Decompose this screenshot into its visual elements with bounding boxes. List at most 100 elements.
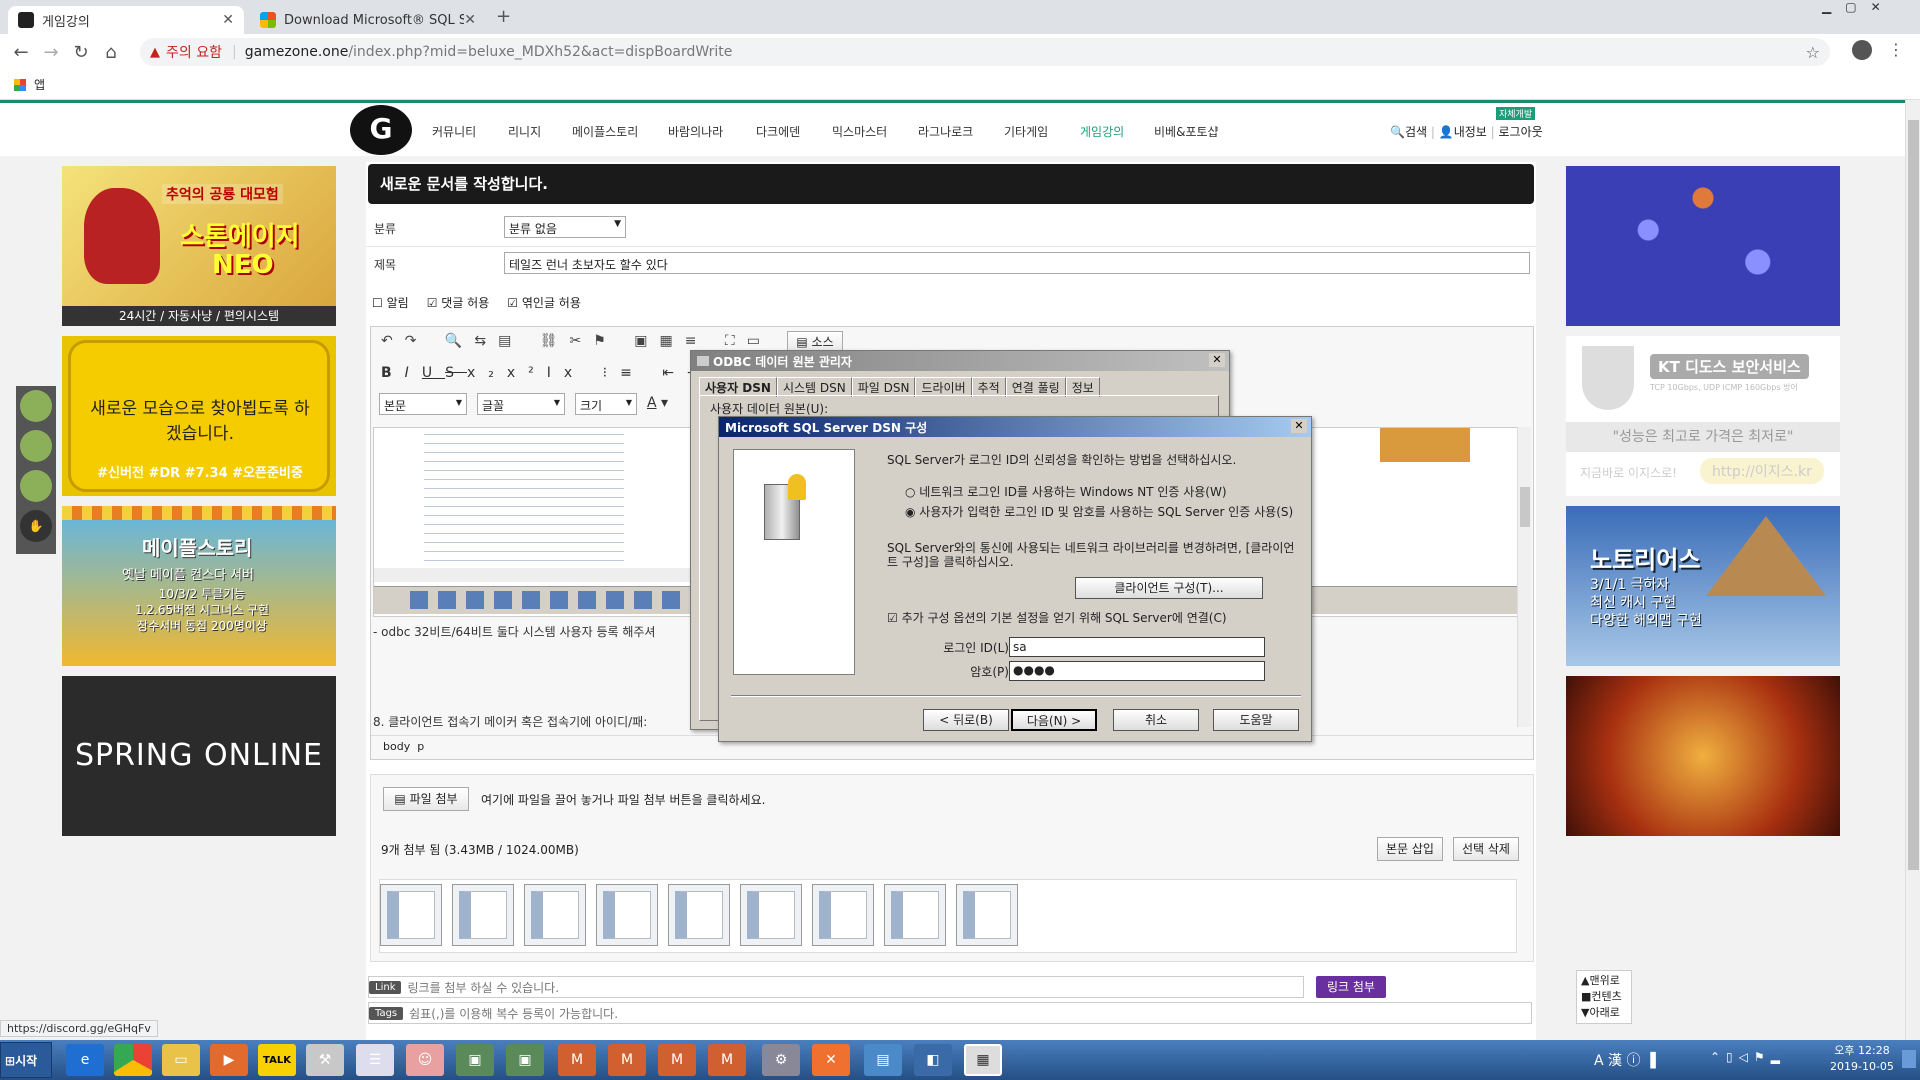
odbc-tab[interactable]: 추적 bbox=[971, 377, 1006, 397]
settings-gear-icon[interactable]: ⚙ bbox=[762, 1044, 800, 1076]
tray-clock[interactable]: 오후 12:28 2019-10-05 bbox=[1830, 1043, 1894, 1075]
cancel-button[interactable]: 취소 bbox=[1113, 709, 1199, 731]
tab-close-icon[interactable]: ✕ bbox=[464, 12, 476, 28]
address-bar[interactable]: ▲ 주의 요함 | gamezone.one /index.php?mid=be… bbox=[140, 38, 1830, 66]
tab-active[interactable]: 게임강의 ✕ bbox=[8, 6, 244, 34]
chrome-icon[interactable] bbox=[114, 1044, 152, 1076]
trackback-allow-checkbox[interactable]: ☑ 엮인글 허용 bbox=[507, 294, 581, 311]
editor-scrollbar[interactable] bbox=[1517, 427, 1531, 727]
tab-inactive[interactable]: Download Microsoft® SQL Ser ✕ bbox=[250, 6, 486, 34]
banner-dr[interactable]: 새로운 모습으로 찾아뵙도록 하겠습니다. #신버전 #DR #7.34 #오픈… bbox=[62, 336, 336, 496]
odbc-tab[interactable]: 파일 DSN bbox=[851, 377, 916, 397]
font-select[interactable]: 글꼴 ▼ bbox=[477, 393, 565, 415]
wrench-icon[interactable] bbox=[20, 430, 52, 462]
back-button[interactable]: < 뒤로(B) bbox=[923, 709, 1009, 731]
login-input[interactable]: sa bbox=[1009, 637, 1265, 657]
odbc-tab[interactable]: 시스템 DSN bbox=[776, 377, 852, 397]
attachment-thumbnail[interactable] bbox=[668, 884, 730, 946]
insert-into-body-button[interactable]: 본문 삽입 bbox=[1377, 837, 1443, 861]
link-input[interactable]: Link 링크를 첨부 하실 수 있습니다. bbox=[368, 976, 1304, 998]
attachment-thumbnail[interactable] bbox=[812, 884, 874, 946]
odbc-tab[interactable]: 정보 bbox=[1065, 377, 1100, 397]
forward-icon[interactable]: → bbox=[36, 42, 66, 63]
start-button[interactable]: ⊞시작 bbox=[0, 1042, 52, 1078]
banner-maplestory[interactable]: 메이플스토리 옛날 메이플 컨스다 서버 10/3/2 투클기능 1.2.65버… bbox=[62, 506, 336, 666]
title-input[interactable]: 테일즈 런너 초보자도 할수 있다 bbox=[504, 252, 1530, 274]
notify-checkbox[interactable]: ☐ 알림 bbox=[372, 294, 409, 311]
banner-kt-ddos[interactable]: KT 디도스 보안서비스 TCP 10Gbps, UDP ICMP 160Gbp… bbox=[1566, 336, 1840, 496]
star-icon[interactable]: ☆ bbox=[1806, 43, 1820, 62]
handshake-icon[interactable] bbox=[20, 390, 52, 422]
menu-icon[interactable]: ⋮ bbox=[1888, 40, 1904, 59]
attachment-thumbnail[interactable] bbox=[524, 884, 586, 946]
link-attach-button[interactable]: 링크 첨부 bbox=[1316, 976, 1386, 998]
notepad-icon[interactable]: ☰ bbox=[356, 1044, 394, 1076]
comment-allow-checkbox[interactable]: ☑ 댓글 허용 bbox=[427, 294, 490, 311]
mfc-app-icon[interactable]: M bbox=[558, 1044, 596, 1076]
editor-text-2[interactable]: 8. 클라이언트 접속기 메이커 혹은 접속기에 아이디/패: bbox=[373, 713, 647, 730]
radio-sql-auth[interactable]: ◉ 사용자가 입력한 로그인 ID 및 암호를 사용하는 SQL Server … bbox=[905, 505, 1295, 519]
attachment-thumbnail[interactable] bbox=[380, 884, 442, 946]
banner-stoneage[interactable]: 추억의 공룡 대모험 스톤에이지 NEO 24시간 / 자동사냥 / 편의시스템 bbox=[62, 166, 336, 326]
banner-notorious[interactable]: 노토리어스 3/1/1 극하자 최신 캐시 구현 다양한 해외맵 구현 bbox=[1566, 506, 1840, 666]
text-color-icon[interactable]: A ▾ bbox=[647, 395, 668, 411]
page-scrollbar-track[interactable] bbox=[1905, 100, 1920, 1040]
editor-text-1[interactable]: - odbc 32비트/64비트 둘다 시스템 사용자 등록 해주셔 bbox=[373, 623, 655, 640]
menu-item[interactable]: 리니지 bbox=[508, 123, 541, 140]
delete-selected-button[interactable]: 선택 삭제 bbox=[1453, 837, 1519, 861]
reload-icon[interactable]: ↻ bbox=[66, 42, 96, 63]
category-select[interactable]: 분류 없음 ▼ bbox=[504, 216, 626, 238]
xampp-icon[interactable]: ✕ bbox=[812, 1044, 850, 1076]
explorer-icon[interactable]: ▭ bbox=[162, 1044, 200, 1076]
close-icon[interactable]: ✕ bbox=[1291, 419, 1307, 433]
menu-item[interactable]: 커뮤니티 bbox=[432, 123, 476, 140]
connect-checkbox[interactable]: ☑ 추가 구성 옵션의 기본 설정을 얻기 위해 SQL Server에 연결(… bbox=[887, 609, 1297, 626]
mfc-app-icon[interactable]: M bbox=[658, 1044, 696, 1076]
monitor-app-icon[interactable]: ◧ bbox=[914, 1044, 952, 1076]
client-config-button[interactable]: 클라이언트 구성(T)... bbox=[1075, 577, 1263, 599]
tray-ime[interactable]: A 漢 ⓘ ▐ bbox=[1594, 1050, 1656, 1070]
ie-icon[interactable]: e bbox=[66, 1044, 104, 1076]
scroll-top-link[interactable]: ▲맨위로 bbox=[1581, 973, 1627, 989]
odbc-tab[interactable]: 연결 풀링 bbox=[1005, 377, 1066, 397]
menu-item[interactable]: 다크에덴 bbox=[756, 123, 800, 140]
next-button[interactable]: 다음(N) > bbox=[1011, 709, 1097, 731]
menu-item[interactable]: 기타게임 bbox=[1004, 123, 1048, 140]
attachment-thumbnail[interactable] bbox=[452, 884, 514, 946]
format-select[interactable]: 본문 ▼ bbox=[379, 393, 467, 415]
odbc-tab[interactable]: 드라이버 bbox=[915, 377, 972, 397]
hand-icon[interactable]: ✋ bbox=[20, 510, 52, 542]
file-attach-button[interactable]: ▤ 파일 첨부 bbox=[383, 787, 469, 811]
window-controls[interactable]: ▁▢✕ bbox=[1822, 0, 1895, 14]
password-input[interactable]: ●●●● bbox=[1009, 661, 1265, 681]
tools-icon[interactable]: ⚒ bbox=[306, 1044, 344, 1076]
size-select[interactable]: 크기 ▼ bbox=[575, 393, 637, 415]
security-label[interactable]: 주의 요함 bbox=[166, 42, 222, 62]
odbc-tab[interactable]: 사용자 DSN bbox=[699, 377, 777, 397]
media-player-icon[interactable]: ▶ bbox=[210, 1044, 248, 1076]
clipboard-icon[interactable] bbox=[20, 470, 52, 502]
close-icon[interactable]: ✕ bbox=[1209, 353, 1225, 367]
mfc-app-icon[interactable]: M bbox=[708, 1044, 746, 1076]
contents-link[interactable]: ■컨텐츠 bbox=[1581, 989, 1627, 1005]
window-app-icon[interactable]: ▣ bbox=[506, 1044, 544, 1076]
menu-item[interactable]: 메이플스토리 bbox=[572, 123, 638, 140]
window-app-icon[interactable]: ▣ bbox=[456, 1044, 494, 1076]
scroll-bottom-link[interactable]: ▼아래로 bbox=[1581, 1005, 1627, 1021]
menu-item[interactable]: 게임강의 bbox=[1080, 123, 1124, 140]
attachment-thumbnail[interactable] bbox=[596, 884, 658, 946]
editor-toolbar-row2[interactable]: BIUSx₂x²Ix ⁝≡ ⇤⇥ bbox=[381, 365, 712, 381]
search-icon[interactable]: 🔍 bbox=[1390, 125, 1405, 139]
my-info-link[interactable]: 내정보 bbox=[1454, 125, 1487, 139]
network-app-icon[interactable]: ▤ bbox=[864, 1044, 902, 1076]
logout-link[interactable]: 로그아웃 bbox=[1499, 125, 1543, 139]
help-button[interactable]: 도움말 bbox=[1213, 709, 1299, 731]
banner-right-battle[interactable] bbox=[1566, 676, 1840, 836]
search-link[interactable]: 검색 bbox=[1405, 125, 1427, 139]
game-icon[interactable]: ☺ bbox=[406, 1044, 444, 1076]
menu-item[interactable]: 믹스마스터 bbox=[832, 123, 887, 140]
home-icon[interactable]: ⌂ bbox=[96, 42, 126, 63]
menu-item[interactable]: 비베&포토샵 bbox=[1154, 123, 1219, 140]
site-logo[interactable]: G bbox=[350, 105, 412, 155]
editor-toolbar-row1[interactable]: ↶↷ 🔍⇆▤ ⛓✂⚑ ▣▦≡ ⛶▭ bbox=[381, 333, 772, 349]
